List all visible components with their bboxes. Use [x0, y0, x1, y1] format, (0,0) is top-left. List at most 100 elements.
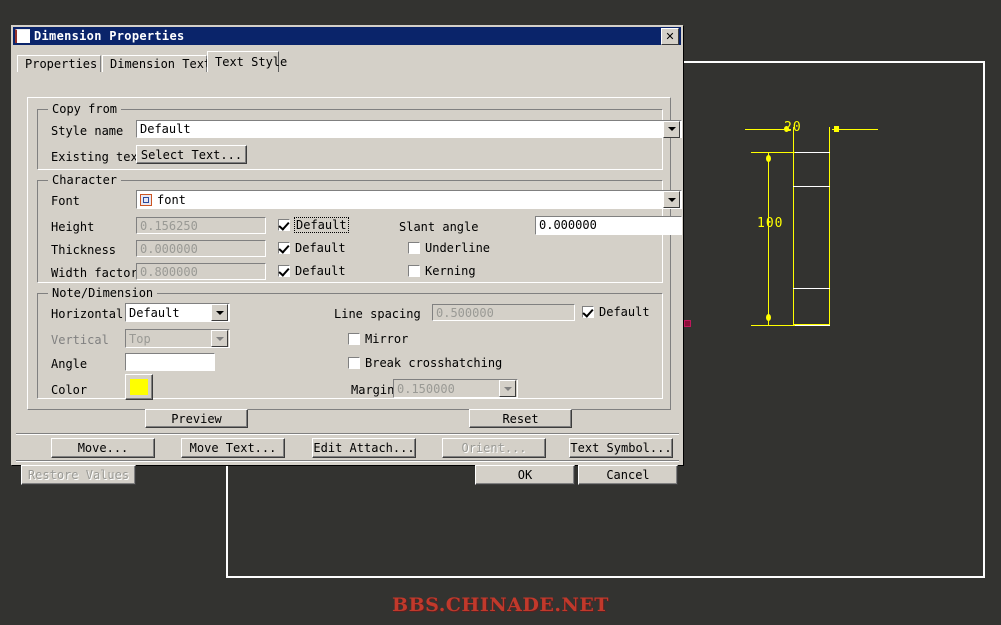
slant-angle-input[interactable]: 0.000000 — [535, 216, 682, 235]
dialog-titlebar[interactable]: Dimension Properties ✕ — [13, 27, 681, 45]
mirror-checkbox[interactable]: Mirror — [348, 332, 408, 346]
feature-line-bottom — [793, 325, 830, 326]
height-label: Height — [51, 220, 95, 234]
checkbox-box — [278, 219, 290, 231]
chevron-down-icon[interactable] — [211, 304, 228, 321]
dim-100-ext-top — [751, 152, 795, 153]
margin-value: 0.150000 — [397, 381, 455, 396]
break-crosshatching-label: Break crosshatching — [365, 356, 503, 370]
horizontal-value: Default — [129, 305, 180, 320]
checkbox-box — [348, 333, 360, 345]
dim-100-bottom-tick — [766, 314, 771, 321]
horizontal-combo[interactable]: Default — [125, 303, 230, 322]
document-icon — [15, 29, 30, 43]
line-spacing-default-checkbox[interactable]: Default — [582, 305, 650, 319]
angle-label: Angle — [51, 357, 88, 371]
divider-2 — [16, 460, 679, 462]
chevron-down-icon[interactable] — [499, 380, 516, 397]
style-name-label: Style name — [51, 124, 124, 138]
select-text-button[interactable]: Select Text... — [136, 145, 247, 164]
checkbox-box — [582, 306, 594, 318]
preview-button[interactable]: Preview — [145, 409, 248, 428]
checkbox-box — [278, 265, 290, 277]
mirror-label: Mirror — [365, 332, 409, 346]
character-group: Character Font font Height 0.156250 Defa… — [37, 173, 682, 283]
width-factor-default-label: Default — [295, 264, 346, 278]
ok-button[interactable]: OK — [475, 465, 575, 485]
underline-label: Underline — [425, 241, 491, 255]
feature-line-top — [793, 152, 830, 153]
tab-dimension-text[interactable]: Dimension Text — [102, 55, 211, 72]
color-preview — [130, 379, 148, 395]
slant-angle-label: Slant angle — [399, 220, 479, 234]
underline-checkbox[interactable]: Underline — [408, 241, 490, 255]
width-factor-input[interactable]: 0.800000 — [136, 263, 266, 280]
part-right-edge — [829, 127, 830, 325]
vertical-combo[interactable]: Top — [125, 329, 230, 348]
color-label: Color — [51, 383, 88, 397]
color-swatch-button[interactable] — [125, 374, 153, 400]
vertical-value: Top — [129, 331, 151, 346]
tab-properties[interactable]: Properties — [17, 55, 101, 72]
cancel-button[interactable]: Cancel — [578, 465, 678, 485]
font-combo[interactable]: font — [136, 190, 682, 209]
checkbox-box — [408, 242, 420, 254]
restore-values-button[interactable]: Restore Values — [21, 465, 136, 485]
text-style-panel: Copy from Style name Default Existing te… — [27, 97, 682, 410]
watermark-text: BBS.CHINADE.NET — [392, 594, 609, 616]
thickness-default-label: Default — [295, 241, 346, 255]
break-crosshatching-checkbox[interactable]: Break crosshatching — [348, 356, 502, 370]
text-symbol-button[interactable]: Text Symbol... — [569, 438, 673, 458]
thickness-label: Thickness — [51, 243, 117, 257]
margin-label: Margin — [351, 383, 395, 397]
height-default-label: Default — [294, 217, 349, 233]
height-default-checkbox[interactable]: Default — [278, 217, 349, 233]
move-text-button[interactable]: Move Text... — [181, 438, 285, 458]
height-input[interactable]: 0.156250 — [136, 217, 266, 234]
chevron-down-icon[interactable] — [663, 191, 680, 208]
copy-from-title: Copy from — [48, 102, 122, 116]
selection-marker-icon — [684, 320, 691, 327]
reset-button[interactable]: Reset — [469, 409, 572, 428]
thickness-default-checkbox[interactable]: Default — [278, 241, 346, 255]
checkbox-box — [278, 242, 290, 254]
feature-line-lower — [793, 288, 830, 289]
dim-100-ext-bottom — [751, 325, 795, 326]
line-spacing-default-label: Default — [599, 305, 650, 319]
divider-1 — [16, 433, 679, 435]
angle-input[interactable] — [125, 353, 215, 371]
chevron-down-icon[interactable] — [211, 330, 228, 347]
chevron-down-icon[interactable] — [663, 120, 680, 138]
dim-100-top-tick — [766, 155, 771, 162]
font-label: Font — [51, 194, 80, 208]
note-dimension-group: Note/Dimension Horizontal Default Vertic… — [37, 286, 663, 400]
margin-combo[interactable]: 0.150000 — [393, 379, 518, 398]
move-button[interactable]: Move... — [51, 438, 155, 458]
character-title: Character — [48, 173, 122, 187]
horizontal-label: Horizontal — [51, 307, 124, 321]
checkbox-box — [408, 265, 420, 277]
style-name-combo[interactable]: Default — [136, 120, 682, 138]
dimension-properties-dialog: Dimension Properties ✕ Properties Dimens… — [11, 25, 683, 485]
line-spacing-input[interactable]: 0.500000 — [432, 304, 575, 321]
edit-attach-button[interactable]: Edit Attach... — [312, 438, 416, 458]
tab-text-style[interactable]: Text Style — [207, 51, 287, 72]
dialog-title: Dimension Properties — [34, 29, 185, 43]
line-spacing-label: Line spacing — [334, 307, 421, 321]
checkbox-box — [348, 357, 360, 369]
close-icon[interactable]: ✕ — [661, 27, 679, 45]
kerning-checkbox[interactable]: Kerning — [408, 264, 476, 278]
tab-bar: Properties Dimension Text Text Style — [17, 50, 681, 72]
part-left-edge — [793, 127, 794, 325]
kerning-label: Kerning — [425, 264, 476, 278]
vertical-label: Vertical — [51, 333, 109, 347]
font-value: font — [157, 192, 186, 207]
copy-from-group: Copy from Style name Default Existing te… — [37, 102, 682, 170]
orient-button[interactable]: Orient... — [442, 438, 546, 458]
font-file-icon — [140, 193, 152, 206]
width-factor-default-checkbox[interactable]: Default — [278, 264, 346, 278]
style-name-value: Default — [140, 122, 191, 136]
width-factor-label: Width factor — [51, 266, 138, 280]
dim-100-label: 100 — [757, 216, 784, 231]
thickness-input[interactable]: 0.000000 — [136, 240, 266, 257]
